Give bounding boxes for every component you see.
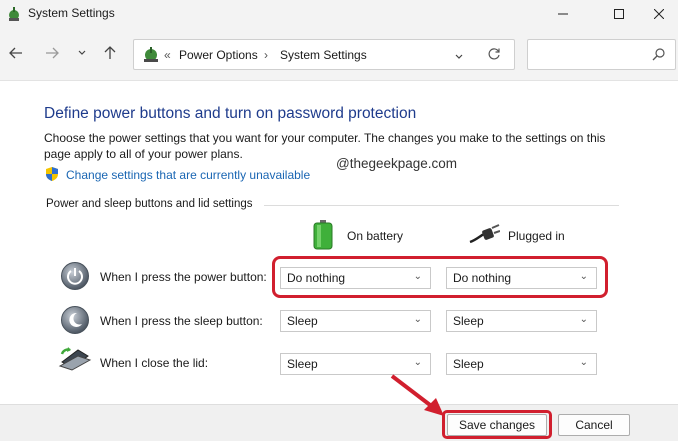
- power-button-label: When I press the power button:: [100, 270, 267, 284]
- breadcrumb-separator-icon: ›: [264, 48, 268, 62]
- back-button[interactable]: [6, 46, 26, 64]
- chevron-down-icon: ⌄: [413, 357, 422, 368]
- cancel-button[interactable]: Cancel: [558, 414, 630, 436]
- sleep-button-icon: [61, 306, 89, 334]
- minimize-icon: [558, 13, 568, 15]
- save-changes-button[interactable]: Save changes: [447, 414, 547, 436]
- close-lid-label: When I close the lid:: [100, 356, 209, 370]
- refresh-button[interactable]: [487, 47, 501, 66]
- on-battery-header: On battery: [347, 229, 404, 243]
- plugged-in-header: Plugged in: [508, 229, 565, 243]
- minimize-button[interactable]: [540, 0, 586, 28]
- sleep-button-plugged-select[interactable]: Sleep ⌄: [446, 310, 597, 332]
- close-icon: [654, 9, 664, 19]
- arrow-up-icon: [104, 46, 116, 59]
- power-options-icon: [142, 46, 160, 69]
- maximize-icon: [614, 9, 624, 19]
- search-box[interactable]: [527, 39, 676, 70]
- select-value: Sleep: [453, 314, 484, 328]
- recent-locations-button[interactable]: [72, 44, 92, 62]
- chevron-down-icon: ⌄: [579, 314, 588, 325]
- change-settings-link[interactable]: Change settings that are currently unava…: [66, 168, 310, 182]
- arrow-left-icon: [9, 47, 22, 59]
- select-value: Sleep: [287, 357, 318, 371]
- close-lid-plugged-select[interactable]: Sleep ⌄: [446, 353, 597, 375]
- address-dropdown-button[interactable]: [454, 49, 464, 67]
- chevron-down-icon: ⌄: [579, 271, 588, 282]
- power-button-icon: [61, 262, 89, 290]
- up-button[interactable]: [100, 46, 120, 65]
- address-bar[interactable]: « Power Options › System Settings: [133, 39, 515, 70]
- chevron-down-icon: [78, 50, 86, 55]
- uac-shield-icon: [44, 166, 60, 187]
- sleep-button-battery-select[interactable]: Sleep ⌄: [280, 310, 431, 332]
- forward-button[interactable]: [42, 46, 62, 64]
- chevron-down-icon: ⌄: [413, 271, 422, 282]
- refresh-icon: [488, 48, 500, 60]
- window-title: System Settings: [28, 6, 115, 20]
- search-icon: [652, 47, 666, 66]
- select-value: Do nothing: [287, 271, 346, 285]
- select-value: Sleep: [453, 357, 484, 371]
- arrow-right-icon: [46, 47, 59, 59]
- maximize-button[interactable]: [596, 0, 642, 28]
- app-icon: [6, 6, 22, 22]
- chevron-down-icon: [455, 54, 463, 59]
- watermark: @thegeekpage.com: [336, 156, 458, 171]
- power-plug-icon: [468, 224, 501, 251]
- chevron-down-icon: ⌄: [579, 357, 588, 368]
- breadcrumb-power-options[interactable]: Power Options: [179, 48, 258, 62]
- section-divider: [264, 205, 619, 206]
- close-button[interactable]: [640, 0, 678, 28]
- select-value: Do nothing: [453, 271, 512, 285]
- breadcrumb-overflow-icon[interactable]: «: [164, 48, 171, 62]
- sleep-button-label: When I press the sleep button:: [100, 314, 263, 328]
- annotation-arrow-icon: [388, 372, 448, 423]
- breadcrumb-system-settings[interactable]: System Settings: [280, 48, 367, 62]
- section-title: Power and sleep buttons and lid settings: [46, 198, 253, 210]
- battery-icon: [313, 220, 333, 255]
- select-value: Sleep: [287, 314, 318, 328]
- power-button-plugged-select[interactable]: Do nothing ⌄: [446, 267, 597, 289]
- search-input[interactable]: [532, 44, 646, 66]
- laptop-lid-icon: [58, 346, 92, 379]
- page-heading: Define power buttons and turn on passwor…: [44, 105, 417, 122]
- power-button-battery-select[interactable]: Do nothing ⌄: [280, 267, 431, 289]
- chevron-down-icon: ⌄: [413, 314, 422, 325]
